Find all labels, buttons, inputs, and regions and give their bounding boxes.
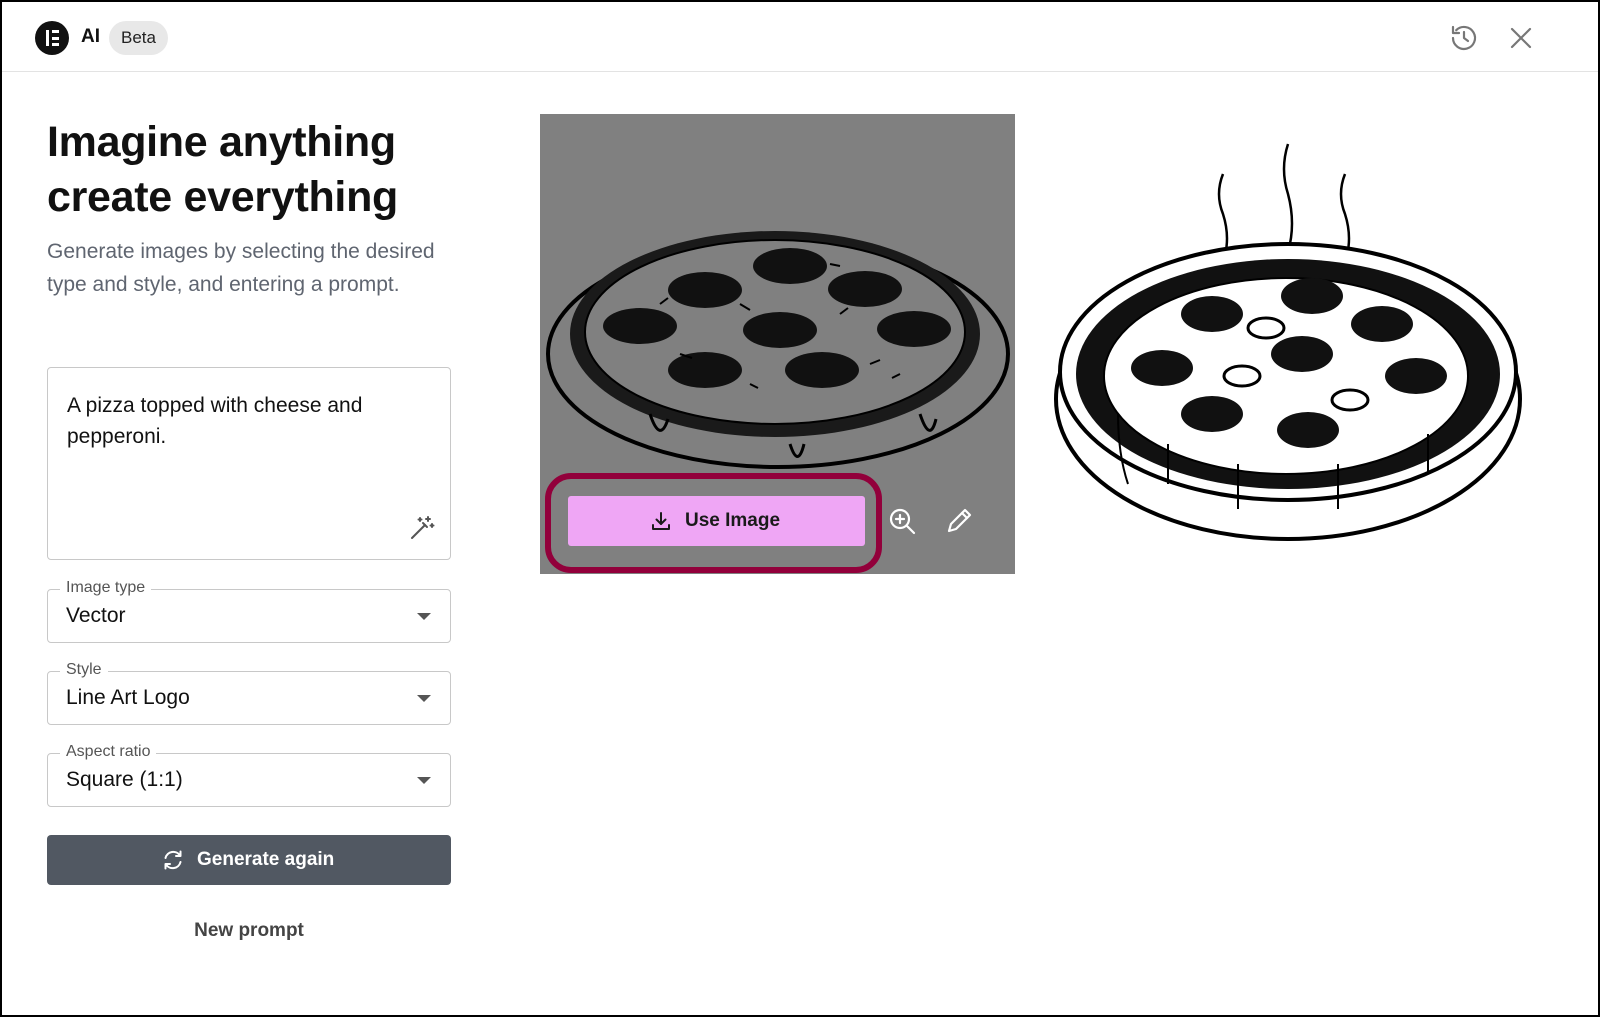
- description-text: Generate images by selecting the desired…: [47, 240, 435, 296]
- image-type-value: Vector: [66, 604, 126, 627]
- chevron-down-icon: [417, 695, 431, 702]
- magic-wand-icon[interactable]: [408, 514, 436, 542]
- aspect-ratio-value: Square (1:1): [66, 768, 183, 791]
- generated-image-2[interactable]: [1048, 114, 1523, 574]
- prompt-textarea[interactable]: A pizza topped with cheese and pepperoni…: [47, 367, 451, 560]
- app-label: AI: [81, 26, 100, 47]
- new-prompt-link[interactable]: New prompt: [47, 920, 451, 942]
- zoom-in-icon[interactable]: [887, 506, 917, 536]
- aspect-ratio-label: Aspect ratio: [60, 743, 157, 761]
- beta-badge: Beta: [109, 21, 168, 55]
- use-image-label: Use Image: [685, 510, 781, 531]
- style-select[interactable]: Style Line Art Logo: [47, 661, 451, 725]
- title-line-1: Imagine anything: [47, 118, 396, 166]
- style-label: Style: [60, 661, 108, 679]
- generate-again-button[interactable]: Generate again: [47, 835, 451, 885]
- use-image-button[interactable]: Use Image: [568, 496, 865, 546]
- generate-again-label: Generate again: [197, 849, 335, 870]
- download-icon: [652, 512, 670, 530]
- image-type-select[interactable]: Image type Vector: [47, 579, 451, 643]
- chevron-down-icon: [417, 613, 431, 620]
- elementor-logo-icon: [35, 21, 69, 55]
- image-type-label: Image type: [60, 579, 152, 597]
- close-icon[interactable]: [1505, 22, 1537, 54]
- ai-image-dialog: AI Beta Imagine anything create everythi…: [2, 2, 1598, 1015]
- aspect-ratio-select[interactable]: Aspect ratio Square (1:1): [47, 743, 451, 807]
- history-icon[interactable]: [1448, 22, 1480, 54]
- prompt-value[interactable]: A pizza topped with cheese and pepperoni…: [67, 390, 427, 452]
- title-line-2: create everything: [47, 173, 399, 221]
- edit-pencil-icon[interactable]: [944, 506, 974, 536]
- page-title: Imagine anything create everything: [47, 115, 467, 225]
- refresh-icon: [164, 850, 182, 870]
- style-value: Line Art Logo: [66, 686, 190, 709]
- chevron-down-icon: [417, 777, 431, 784]
- pizza-image: [1054, 143, 1522, 541]
- dialog-header: AI Beta: [2, 2, 1598, 72]
